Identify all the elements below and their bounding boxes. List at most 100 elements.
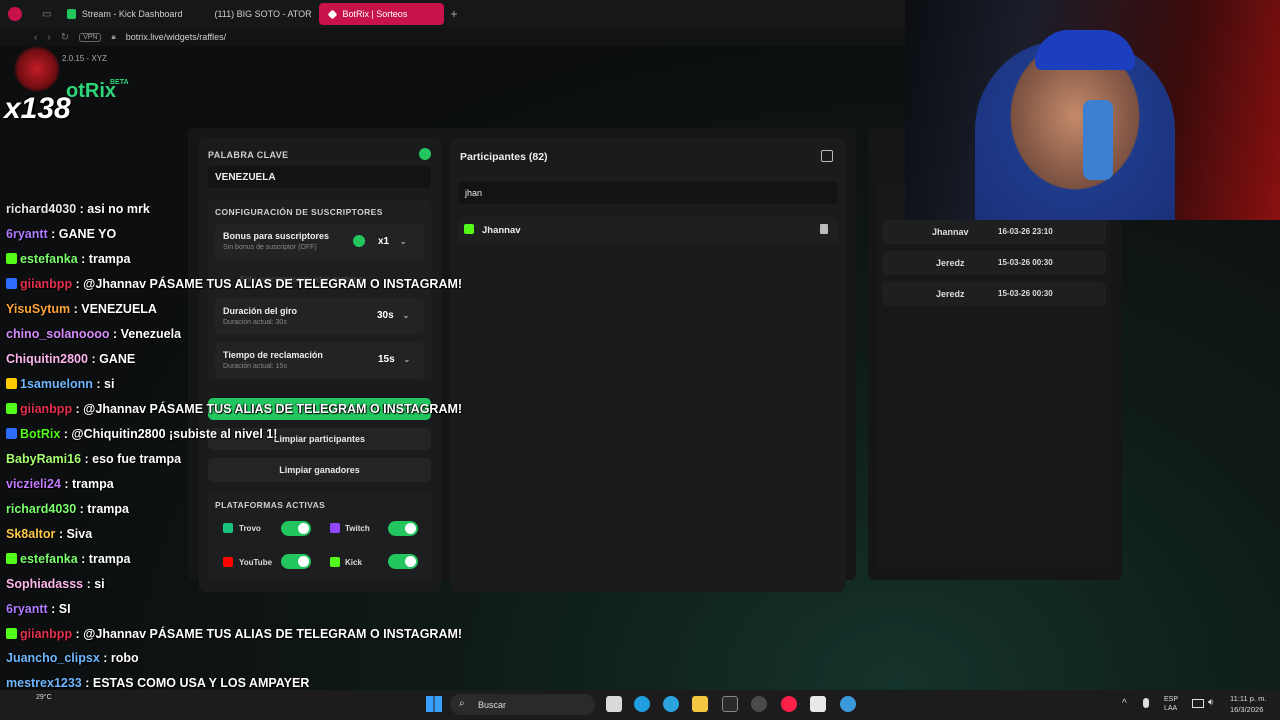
weather-widget[interactable]: 29°C xyxy=(36,694,52,701)
keyword-input[interactable]: VENEZUELA xyxy=(208,166,431,188)
telegram-icon[interactable] xyxy=(663,696,679,712)
clock-date[interactable]: 16/3/2026 xyxy=(1230,705,1263,714)
botrix-icon xyxy=(328,9,338,19)
chat-message: 6ryantt : SI xyxy=(6,602,71,616)
vpn-badge[interactable]: VPN xyxy=(79,32,102,42)
chat-text: : trampa xyxy=(77,252,131,266)
subs-info-icon[interactable] xyxy=(353,235,365,247)
opera-gx-icon[interactable] xyxy=(781,696,797,712)
chat-username: giianbpp xyxy=(20,402,73,416)
chat-text: : trampa xyxy=(60,477,114,491)
platform-twitch-label: Twitch xyxy=(345,524,370,533)
chat-username: giianbpp xyxy=(20,627,73,641)
chat-username: estefanka xyxy=(20,252,78,266)
app-icon[interactable] xyxy=(810,696,826,712)
browser-menu-icon[interactable] xyxy=(8,7,22,21)
subs-multiplier-value: x1 xyxy=(378,236,390,247)
info-icon[interactable] xyxy=(419,148,431,160)
chat-text: : SI xyxy=(47,602,71,616)
subs-multiplier-dropdown[interactable]: x1 ⌄ xyxy=(378,236,407,247)
chat-message: BabyRami16 : eso fue trampa xyxy=(6,452,181,466)
winner-name: Jeredz xyxy=(936,289,965,299)
chevron-down-icon: ⌄ xyxy=(403,355,411,364)
gift-icon xyxy=(14,46,60,92)
back-icon[interactable]: ‹ xyxy=(34,32,37,43)
chat-username: BotRix xyxy=(20,427,61,441)
spin-duration-dropdown[interactable]: 30s ⌄ xyxy=(377,310,409,321)
winner-row[interactable]: Jeredz 15-03-26 00:30 xyxy=(882,282,1106,306)
kick-toggle[interactable] xyxy=(388,554,418,569)
platform-kick-label: Kick xyxy=(345,558,362,567)
chat-message: richard4030 : asi no mrk xyxy=(6,202,150,216)
task-view-icon[interactable] xyxy=(606,696,622,712)
claim-time-sub: Duración actual: 15s xyxy=(223,363,287,370)
chat-username: chino_solanoooo xyxy=(6,327,110,341)
chat-message: giianbpp : @Jhannav PÁSAME TUS ALIAS DE … xyxy=(6,402,462,416)
taskbar-search-label: Buscar xyxy=(478,699,507,710)
chat-message: estefanka : trampa xyxy=(6,552,130,566)
file-explorer-icon[interactable] xyxy=(692,696,708,712)
chat-username: 6ryantt xyxy=(6,227,48,241)
tab-kick-dashboard[interactable]: Stream - Kick Dashboard xyxy=(57,3,192,25)
chat-username: Chiquitin2800 xyxy=(6,352,88,366)
language-indicator[interactable]: ESP LAA xyxy=(1164,695,1178,713)
clock-time[interactable]: 11:11 p. m. xyxy=(1230,694,1266,703)
obs-icon[interactable] xyxy=(751,696,767,712)
kick-icon xyxy=(330,557,340,567)
tab-botrix-sorteos[interactable]: BotRix | Sorteos xyxy=(319,3,445,25)
edge-icon[interactable] xyxy=(634,696,650,712)
trovo-toggle[interactable] xyxy=(281,521,311,536)
trovo-icon xyxy=(223,523,233,533)
chat-username: estefanka xyxy=(20,552,78,566)
beta-badge: BETA xyxy=(110,79,129,86)
chat-message: Sk8altor : Siva xyxy=(6,527,92,541)
participants-search-input[interactable]: jhan xyxy=(458,182,838,204)
platforms-label: PLATAFORMAS ACTIVAS xyxy=(215,500,326,510)
platform-trovo-label: Trovo xyxy=(239,524,261,533)
trash-icon[interactable] xyxy=(820,224,828,234)
app-icon[interactable] xyxy=(840,696,856,712)
winner-name: Jhannav xyxy=(932,227,969,237)
chat-text: : trampa xyxy=(76,502,129,516)
tab-youtube[interactable]: (111) BIG SOTO - ATOR xyxy=(198,3,313,25)
chat-username: mestrex1233 xyxy=(6,676,82,690)
reload-icon[interactable]: ↻ xyxy=(61,32,69,43)
chat-message: richard4030 : trampa xyxy=(6,502,129,516)
claim-time-title: Tiempo de reclamación xyxy=(223,350,323,360)
chat-username: Juancho_clipsx xyxy=(6,651,100,665)
clear-winners-button[interactable]: Limpiar ganadores xyxy=(208,458,431,482)
spin-duration-sub: Duración actual: 30s xyxy=(223,319,287,326)
forward-icon[interactable]: › xyxy=(47,32,50,43)
subs-bonus-sub: Sin bonus de suscriptor (OFF) xyxy=(223,244,317,251)
chat-username: YisuSytum xyxy=(6,302,71,316)
winner-row[interactable]: Jeredz 15-03-26 00:30 xyxy=(882,251,1106,275)
chevron-up-icon[interactable]: ^ xyxy=(1122,698,1127,709)
chat-text: : asi no mrk xyxy=(76,202,150,216)
gift-count: x138 xyxy=(4,92,71,125)
monitor-icon[interactable] xyxy=(1192,699,1204,708)
claim-time-dropdown[interactable]: 15s ⌄ xyxy=(378,354,410,365)
badge-icon xyxy=(6,253,17,264)
chat-text: : si xyxy=(92,377,115,391)
youtube-toggle[interactable] xyxy=(281,554,311,569)
chat-message: estefanka : trampa xyxy=(6,252,130,266)
windows-start-icon[interactable] xyxy=(426,696,442,712)
winner-row[interactable]: Jhannav 16-03-26 23:10 xyxy=(882,220,1106,244)
new-tab-button[interactable]: + xyxy=(450,7,457,21)
chat-message: 6ryantt : GANE YO xyxy=(6,227,116,241)
copy-icon[interactable] xyxy=(821,150,833,162)
speaker-icon[interactable]: 🔉︎ xyxy=(1208,697,1214,708)
botrix-logo: otRix xyxy=(66,80,116,102)
participants-panel xyxy=(451,138,845,592)
tab-overview-icon[interactable]: ▭ xyxy=(42,9,51,20)
app-icon[interactable] xyxy=(722,696,738,712)
chevron-down-icon: ⌄ xyxy=(402,311,410,320)
chat-message: chino_solanoooo : Venezuela xyxy=(6,327,181,341)
chat-username: richard4030 xyxy=(6,202,77,216)
url-field[interactable]: botrix.live/widgets/raffles/ xyxy=(126,32,226,42)
twitch-toggle[interactable] xyxy=(388,521,418,536)
taskbar-search[interactable]: ⌕ Buscar xyxy=(450,694,595,715)
kick-icon xyxy=(464,224,474,234)
tab-label: (111) BIG SOTO - ATOR xyxy=(214,9,312,19)
mic-icon[interactable] xyxy=(1143,698,1149,708)
